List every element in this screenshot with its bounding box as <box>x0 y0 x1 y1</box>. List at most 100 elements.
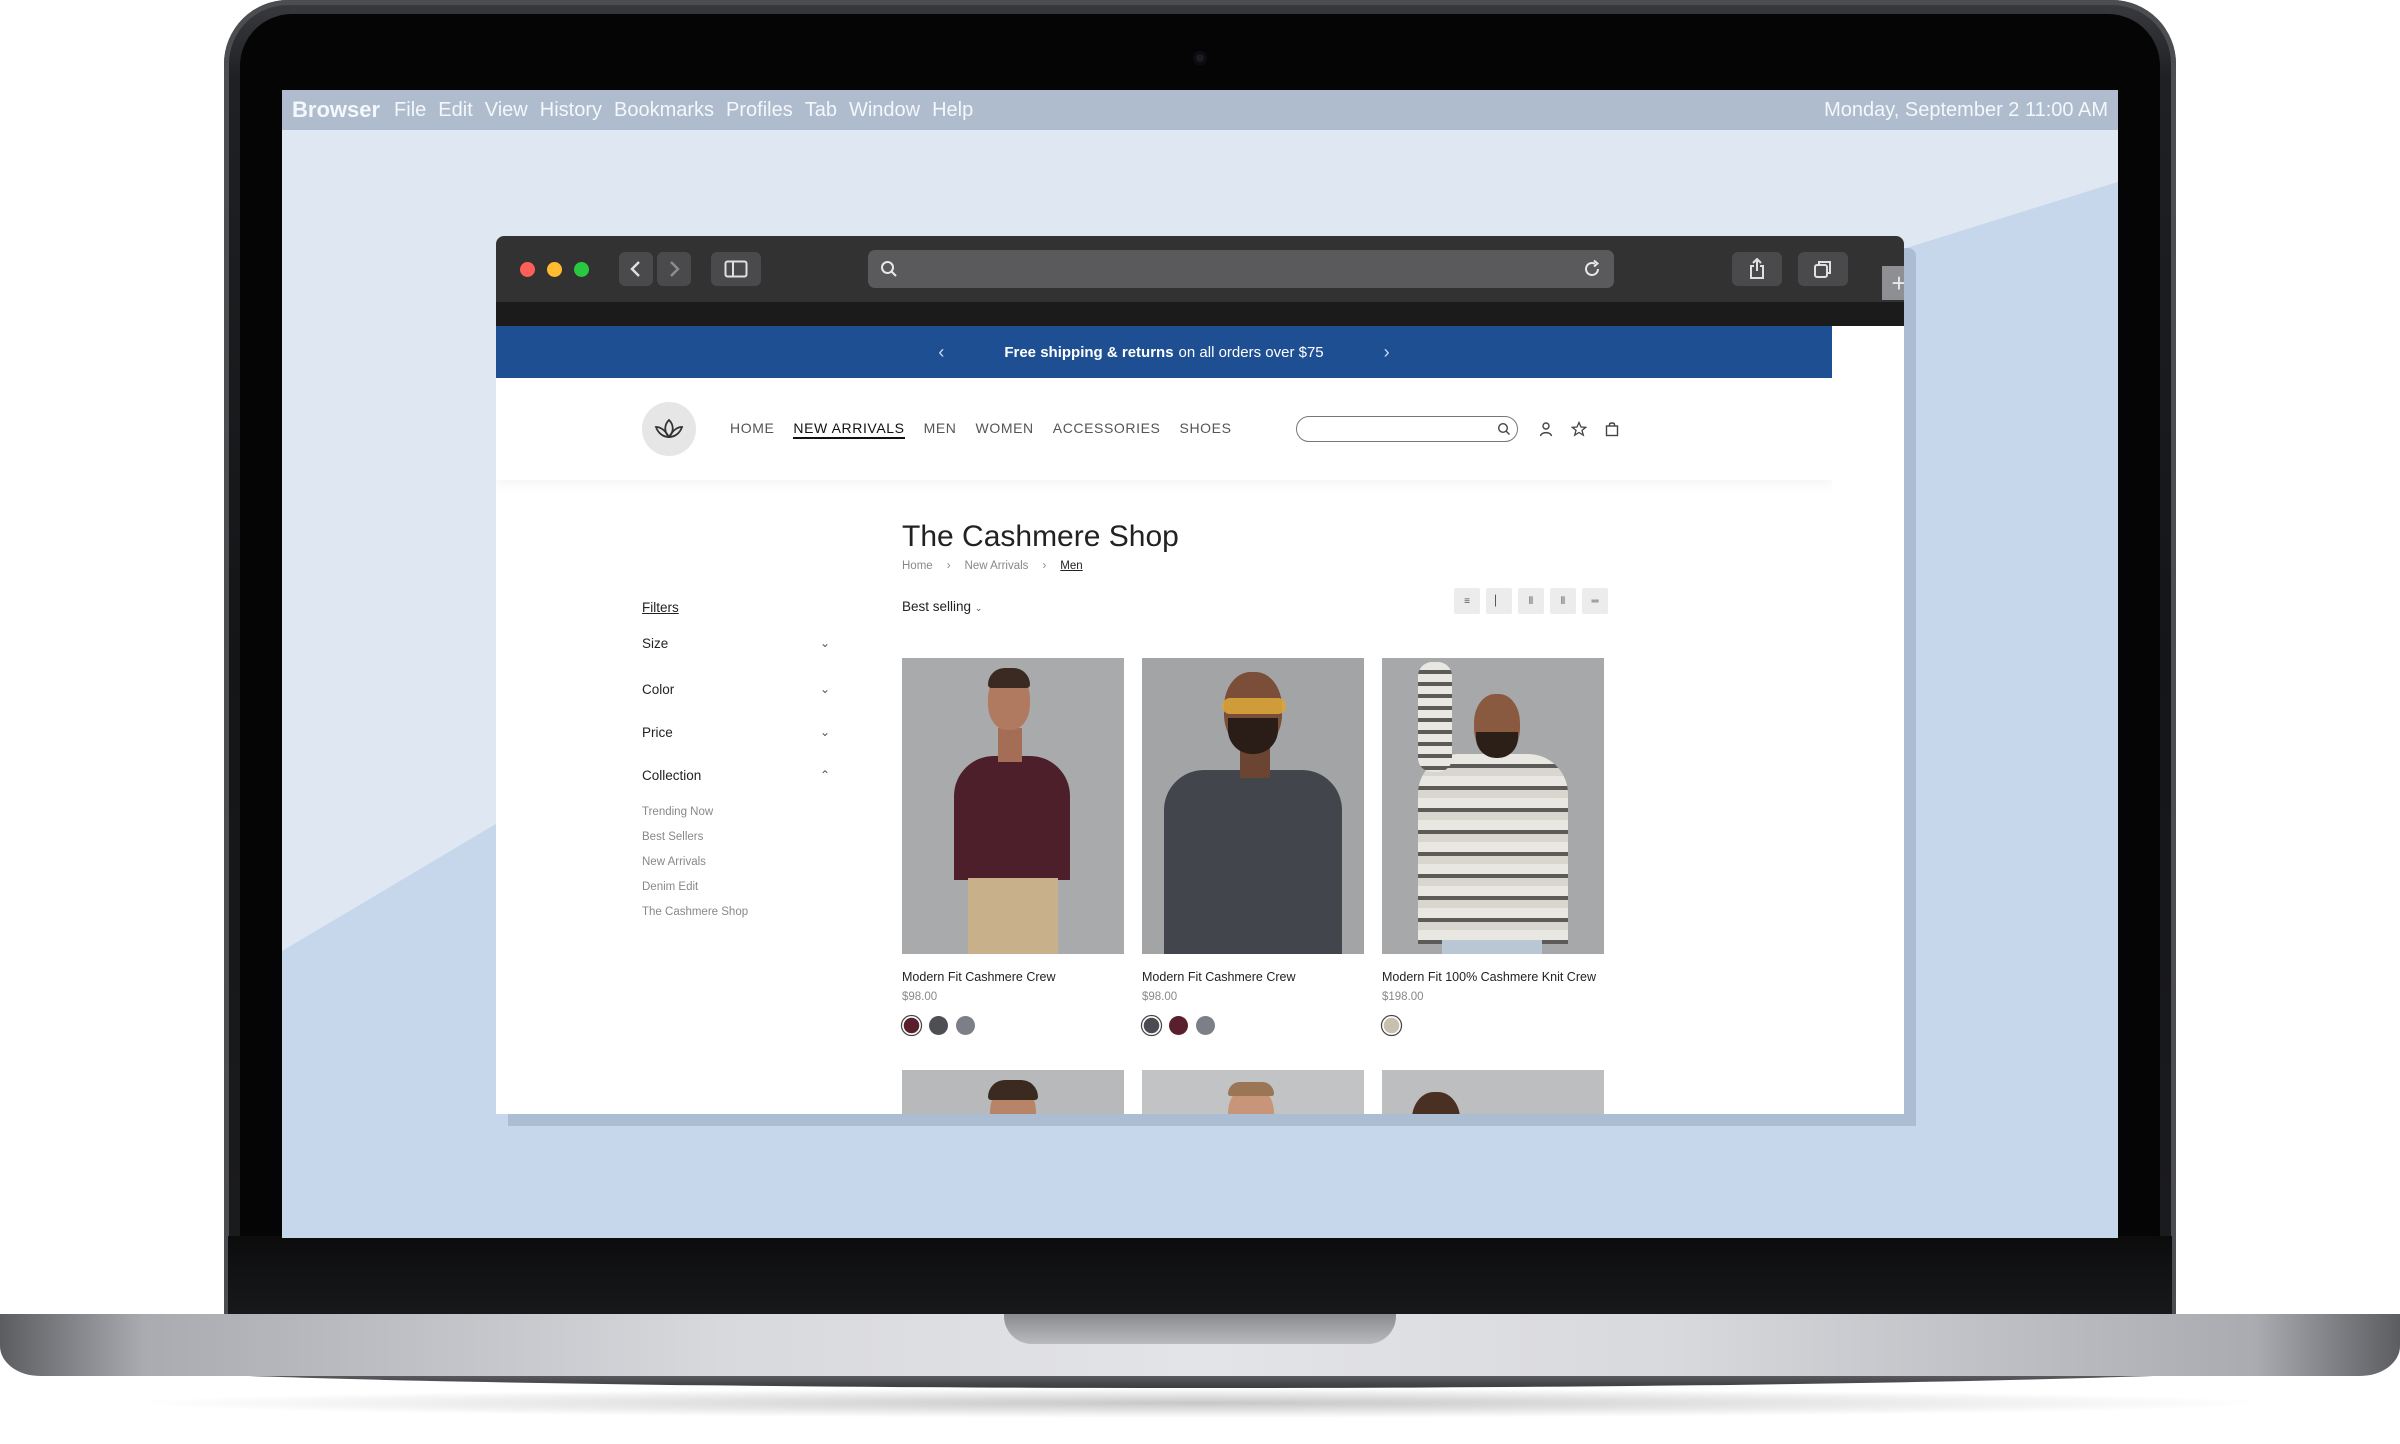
sidebar-toggle-button[interactable] <box>711 252 761 286</box>
filters-sidebar: Filters Size ⌄ Color ⌄ Price ⌄ Collectio… <box>642 600 842 918</box>
address-input[interactable] <box>908 258 1582 280</box>
product-image[interactable] <box>902 1070 1124 1114</box>
grid-2-view-button[interactable]: ⦀ <box>1518 588 1544 614</box>
color-swatch[interactable] <box>956 1016 975 1035</box>
page-title: The Cashmere Shop <box>902 520 1179 553</box>
color-swatch[interactable] <box>903 1017 920 1034</box>
list-view-button[interactable]: ≡ <box>1454 588 1480 614</box>
menu-help[interactable]: Help <box>932 99 973 122</box>
collection-item-trending-now[interactable]: Trending Now <box>642 800 748 825</box>
menu-profiles[interactable]: Profiles <box>726 99 793 122</box>
menu-window[interactable]: Window <box>849 99 920 122</box>
menubar-app-name[interactable]: Browser <box>292 97 380 123</box>
model-trousers <box>968 878 1058 954</box>
star-icon <box>1571 421 1587 437</box>
menu-edit[interactable]: Edit <box>438 99 472 122</box>
promo-text[interactable]: on all orders over $75 <box>1179 344 1324 361</box>
collection-item-denim-edit[interactable]: Denim Edit <box>642 875 748 900</box>
close-window-button[interactable] <box>520 261 535 277</box>
forward-button[interactable] <box>657 252 691 286</box>
menu-view[interactable]: View <box>485 99 528 122</box>
product-image[interactable] <box>1382 658 1604 954</box>
color-swatch[interactable] <box>1169 1016 1188 1035</box>
site-logo[interactable] <box>642 402 696 456</box>
model-sweater <box>954 756 1070 880</box>
reload-icon[interactable] <box>1582 259 1602 279</box>
minimize-window-button[interactable] <box>547 261 562 277</box>
chevron-down-icon: ⌄ <box>819 725 830 739</box>
filter-size-label: Size <box>642 636 669 651</box>
breadcrumb-separator: › <box>1042 560 1047 572</box>
tab-overview-button[interactable] <box>1798 252 1848 286</box>
filter-price-label: Price <box>642 725 673 740</box>
product-image[interactable] <box>1382 1070 1604 1114</box>
tab-strip <box>496 302 1904 326</box>
promo-banner: ‹ Free shipping & returns on all orders … <box>496 326 1832 378</box>
laptop-shadow <box>120 1388 2280 1418</box>
product-card[interactable]: Modern Fit Cashmere Crew $98.00 <box>902 658 1124 1035</box>
bag-icon <box>1605 422 1619 437</box>
color-swatch[interactable] <box>1143 1017 1160 1034</box>
product-image[interactable] <box>902 658 1124 954</box>
menu-bookmarks[interactable]: Bookmarks <box>614 99 714 122</box>
grid-4-view-button[interactable]: ═ <box>1582 588 1608 614</box>
product-price: $98.00 <box>902 991 938 1003</box>
grid-3-view-button[interactable]: ⦀ <box>1550 588 1576 614</box>
plus-icon: + <box>1891 267 1904 298</box>
product-image[interactable] <box>1142 658 1364 954</box>
breadcrumb-men[interactable]: Men <box>1060 560 1082 572</box>
promo-bold-text[interactable]: Free shipping & returns <box>1004 344 1173 361</box>
filter-price[interactable]: Price ⌄ <box>642 725 842 740</box>
wishlist-button[interactable] <box>1569 419 1589 439</box>
web-page: ‹ Free shipping & returns on all orders … <box>496 326 1832 1114</box>
back-button[interactable] <box>619 252 653 286</box>
zoom-window-button[interactable] <box>574 261 589 277</box>
filter-collection[interactable]: Collection ⌃ <box>642 768 842 783</box>
sort-dropdown[interactable]: Best selling ⌄ <box>902 599 982 614</box>
nav-shoes[interactable]: SHOES <box>1180 420 1232 439</box>
product-name[interactable]: Modern Fit 100% Cashmere Knit Crew <box>1382 970 1604 984</box>
breadcrumb-home[interactable]: Home <box>902 560 933 572</box>
filters-title[interactable]: Filters <box>642 600 842 615</box>
filter-color[interactable]: Color ⌄ <box>642 682 842 697</box>
product-name[interactable]: Modern Fit Cashmere Crew <box>902 970 1124 984</box>
collection-item-cashmere-shop[interactable]: The Cashmere Shop <box>642 900 748 925</box>
nav-new-arrivals[interactable]: NEW ARRIVALS <box>793 420 905 439</box>
search-icon[interactable] <box>1497 422 1511 436</box>
share-button[interactable] <box>1732 252 1782 286</box>
nav-men[interactable]: MEN <box>924 420 957 439</box>
color-swatch[interactable] <box>929 1016 948 1035</box>
collection-item-best-sellers[interactable]: Best Sellers <box>642 825 748 850</box>
product-card[interactable]: Modern Fit 100% Cashmere Knit Crew $198.… <box>1382 658 1604 1035</box>
menu-tab[interactable]: Tab <box>805 99 837 122</box>
address-bar[interactable] <box>868 250 1614 288</box>
user-icon <box>1539 422 1553 437</box>
share-icon <box>1750 258 1764 279</box>
menu-history[interactable]: History <box>540 99 602 122</box>
breadcrumb-new-arrivals[interactable]: New Arrivals <box>965 560 1029 572</box>
product-name[interactable]: Modern Fit Cashmere Crew <box>1142 970 1364 984</box>
search-input[interactable] <box>1307 421 1497 437</box>
site-header: HOME NEW ARRIVALS MEN WOMEN ACCESSORIES … <box>496 378 1832 480</box>
chevron-up-icon: ⌃ <box>819 768 830 782</box>
nav-accessories[interactable]: ACCESSORIES <box>1053 420 1161 439</box>
product-image[interactable] <box>1142 1070 1364 1114</box>
product-card[interactable]: Modern Fit Cashmere Crew $98.00 <box>1142 658 1364 1035</box>
promo-next-arrow[interactable]: › <box>1384 342 1390 363</box>
color-swatch[interactable] <box>1196 1016 1215 1035</box>
nav-women[interactable]: WOMEN <box>976 420 1034 439</box>
nav-home[interactable]: HOME <box>730 420 774 439</box>
collection-item-new-arrivals[interactable]: New Arrivals <box>642 850 748 875</box>
account-button[interactable] <box>1536 419 1556 439</box>
color-swatch[interactable] <box>1383 1017 1400 1034</box>
filter-size[interactable]: Size ⌄ <box>642 636 842 651</box>
promo-prev-arrow[interactable]: ‹ <box>938 342 944 363</box>
cart-button[interactable] <box>1602 419 1622 439</box>
search-icon <box>881 261 897 277</box>
menubar-clock[interactable]: Monday, September 2 11:00 AM <box>1824 99 2108 122</box>
new-tab-button[interactable]: + <box>1882 266 1904 300</box>
filter-collection-label: Collection <box>642 768 702 783</box>
grid-1-view-button[interactable]: ▏ <box>1486 588 1512 614</box>
color-swatches <box>1142 1016 1364 1035</box>
menu-file[interactable]: File <box>394 99 426 122</box>
